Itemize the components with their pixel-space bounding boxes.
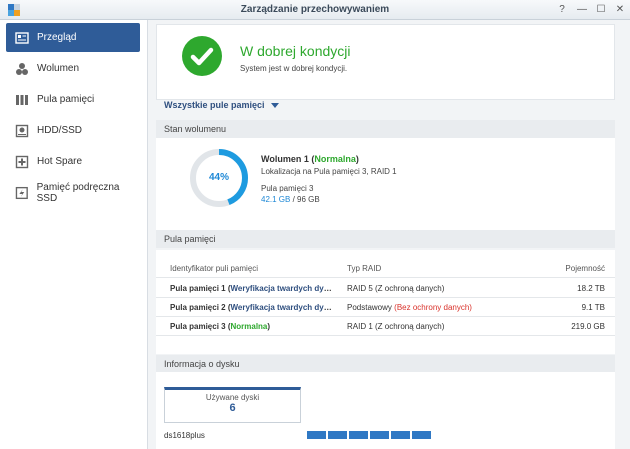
sidebar-item-label: Pula pamięci <box>37 94 95 105</box>
sidebar-item-storage-pool[interactable]: Pula pamięci <box>6 85 140 114</box>
health-panel: W dobrej kondycji System jest w dobrej k… <box>156 24 615 100</box>
raid-type: Podstawowy <box>347 303 392 312</box>
disk-slot[interactable] <box>328 431 347 439</box>
column-header-capacity[interactable]: Pojemność <box>565 260 605 278</box>
maximize-button[interactable]: ☐ <box>594 3 608 17</box>
disk-slot[interactable] <box>370 431 389 439</box>
disk-slot[interactable] <box>349 431 368 439</box>
volume-pool: Pula pamięci 3 <box>261 184 314 193</box>
sidebar-item-hot-spare[interactable]: Hot Spare <box>6 147 140 176</box>
pool-capacity: 18.2 TB <box>577 284 605 293</box>
used-disks-card: Używane dyski 6 <box>164 387 301 423</box>
checkmark-icon <box>182 36 222 76</box>
sidebar-item-label: Wolumen <box>37 63 80 74</box>
disk-section-heading: Informacja o dysku <box>156 355 615 373</box>
health-title: W dobrej kondycji <box>240 43 351 59</box>
help-button[interactable]: ? <box>555 3 569 17</box>
pool-section-heading: Pula pamięci <box>156 230 615 248</box>
raid-warning: (Bez ochrony danych) <box>394 303 472 312</box>
raid-type-cell: Podstawowy (Bez ochrony danych) <box>347 299 472 317</box>
used-disks-label: Używane dyski <box>205 393 260 402</box>
caret-down-icon <box>270 103 279 109</box>
title-bar: Zarządzanie przechowywaniem ? — ☐ ✕ <box>0 0 630 20</box>
table-row[interactable]: Pula pamięci 2 (Weryfikacja twardych dys… <box>156 299 615 317</box>
minimize-button[interactable]: — <box>575 3 589 17</box>
sidebar-item-label: Przegląd <box>37 32 77 43</box>
column-header-id[interactable]: Identyfikator puli pamięci <box>170 260 336 278</box>
sidebar-item-volume[interactable]: Wolumen <box>6 54 140 83</box>
device-name: ds1618plus <box>164 431 205 440</box>
table-row[interactable]: Pula pamięci 3 (Normalna) RAID 1 (Z ochr… <box>156 318 615 336</box>
disk-slot[interactable] <box>412 431 431 439</box>
volume-name[interactable]: Wolumen 1 (Normalna) <box>261 154 359 164</box>
window-title: Zarządzanie przechowywaniem <box>240 4 390 15</box>
pool-status: Normalna <box>230 322 268 331</box>
pool-name-cell: Pula pamięci 1 (Weryfikacja twardych dys… <box>170 280 336 298</box>
disk-slot[interactable] <box>307 431 326 439</box>
pool-table: Identyfikator puli pamięci Typ RAID Poje… <box>156 250 615 354</box>
volume-panel: 44% Wolumen 1 (Normalna) Lokalizacja na … <box>156 138 615 233</box>
sidebar-item-label: HDD/SSD <box>37 125 83 136</box>
sidebar-item-hdd-ssd[interactable]: HDD/SSD <box>6 116 140 145</box>
overview-icon <box>15 31 29 44</box>
disk-slots <box>307 431 431 439</box>
disk-panel: Używane dyski 6 ds1618plus <box>156 372 615 449</box>
sidebar-item-overview[interactable]: Przegląd <box>6 23 140 52</box>
pool-name: Pula pamięci 3 <box>170 322 226 331</box>
pool-status: Weryfikacja twardych dysków <box>230 284 336 293</box>
volume-location: Lokalizacja na Pula pamięci 3, RAID 1 <box>261 167 397 176</box>
volume-icon <box>16 62 28 75</box>
volume-status: Normalna <box>314 154 356 164</box>
raid-type: RAID 5 (Z ochroną danych) <box>347 284 445 293</box>
hdd-icon <box>15 124 29 137</box>
pool-status: Weryfikacja twardych dysków <box>230 303 336 312</box>
volume-capacity: 42.1 GB / 96 GB <box>261 195 320 204</box>
pool-capacity: 219.0 GB <box>571 322 605 331</box>
sidebar-item-label: Pamięć podręczna SSD <box>36 181 120 204</box>
table-header: Identyfikator puli pamięci Typ RAID Poje… <box>156 260 615 278</box>
health-subtitle: System jest w dobrej kondycji. <box>240 64 348 73</box>
pool-name: Pula pamięci 1 <box>170 284 226 293</box>
volume-usage-percent: 44% <box>208 172 229 183</box>
used-disks-count: 6 <box>229 402 236 414</box>
volume-section-heading: Stan wolumenu <box>156 120 615 138</box>
pool-name: Pula pamięci 2 <box>170 303 226 312</box>
storage-pool-icon <box>16 94 28 105</box>
disk-slot[interactable] <box>391 431 410 439</box>
column-header-raid[interactable]: Typ RAID <box>347 260 381 278</box>
pool-capacity: 9.1 TB <box>581 303 605 312</box>
sidebar-item-label: Hot Spare <box>37 156 83 167</box>
pool-filter-dropdown[interactable]: Wszystkie pule pamięci <box>164 100 279 110</box>
sidebar: Przegląd Wolumen Pula pamięci HDD/SSD Ho… <box>0 20 148 449</box>
scrollbar[interactable] <box>616 20 630 449</box>
volume-name-text: Wolumen 1 <box>261 154 309 164</box>
hot-spare-icon <box>15 155 29 168</box>
table-row[interactable]: Pula pamięci 1 (Weryfikacja twardych dys… <box>156 280 615 298</box>
pool-name-cell: Pula pamięci 2 (Weryfikacja twardych dys… <box>170 299 336 317</box>
raid-type: RAID 1 (Z ochroną danych) <box>347 322 445 331</box>
pool-filter-label: Wszystkie pule pamięci <box>164 100 265 110</box>
pool-name-cell: Pula pamięci 3 (Normalna) <box>170 322 271 331</box>
sidebar-item-ssd-cache[interactable]: Pamięć podręczna SSD <box>6 178 140 207</box>
main-content: W dobrej kondycji System jest w dobrej k… <box>148 20 630 449</box>
ssd-cache-icon <box>15 186 28 199</box>
close-button[interactable]: ✕ <box>613 3 627 17</box>
volume-used: 42.1 GB <box>261 195 291 204</box>
volume-total: / 96 GB <box>292 195 320 204</box>
